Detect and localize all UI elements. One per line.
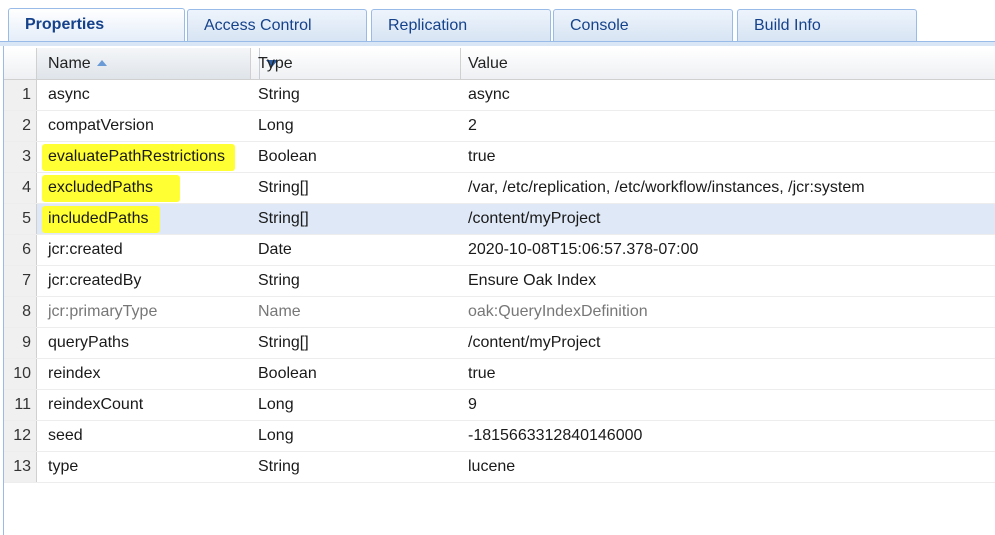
cell-value: /content/myProject: [468, 334, 601, 351]
cell-type: String: [258, 458, 300, 475]
table-row[interactable]: 7 jcr:createdBy String Ensure Oak Index: [4, 266, 995, 297]
tab-label: Console: [570, 17, 629, 34]
table-row[interactable]: 2 compatVersion Long 2: [4, 111, 995, 142]
cell-name: reindex: [48, 365, 101, 382]
cell-value: oak:QueryIndexDefinition: [468, 303, 648, 320]
cell-type: Boolean: [258, 148, 317, 165]
tab-label: Properties: [25, 16, 105, 33]
cell-type: String[]: [258, 210, 309, 227]
cell-name: jcr:created: [48, 241, 123, 258]
row-number: 9: [4, 328, 37, 358]
tab-label: Build Info: [754, 17, 821, 34]
tab-build-info[interactable]: Build Info: [737, 9, 917, 41]
cell-value: 9: [468, 396, 477, 413]
column-header-value[interactable]: Value: [461, 48, 995, 79]
table-row[interactable]: 3 evaluatePathRestrictions Boolean true: [4, 142, 995, 173]
column-header-label: Type: [258, 55, 293, 72]
cell-name: compatVersion: [48, 117, 154, 134]
table-row[interactable]: 4 excludedPaths String[] /var, /etc/replica…: [4, 173, 995, 204]
column-header-name[interactable]: Name: [37, 48, 278, 79]
row-number: 7: [4, 266, 37, 296]
table-row[interactable]: 10 reindex Boolean true: [4, 359, 995, 390]
cell-type: String: [258, 86, 300, 103]
cell-name: jcr:primaryType: [48, 303, 158, 320]
grid-body: 1 async String async 2 compatVersion Long 2 3 eva…: [4, 80, 995, 483]
cell-type: String[]: [258, 334, 309, 351]
cell-value: /content/myProject: [468, 210, 601, 227]
cell-name: async: [48, 86, 90, 103]
cell-type: Long: [258, 396, 294, 413]
table-row[interactable]: 13 type String lucene: [4, 452, 995, 483]
cell-name: seed: [48, 427, 83, 444]
table-row[interactable]: 9 queryPaths String[] /content/myProject: [4, 328, 995, 359]
cell-value: true: [468, 148, 496, 165]
cell-value: async: [468, 86, 510, 103]
cell-name: includedPaths: [48, 210, 149, 227]
cell-value: true: [468, 365, 496, 382]
cell-value: 2: [468, 117, 477, 134]
table-row[interactable]: 11 reindexCount Long 9: [4, 390, 995, 421]
properties-grid: Name Type Value 1 async String async 2 compat…: [3, 46, 995, 535]
cell-value: Ensure Oak Index: [468, 272, 597, 289]
cell-value: /var, /etc/replication, /etc/workflow/in…: [468, 179, 865, 196]
tab-label: Replication: [388, 17, 468, 34]
cell-type: Long: [258, 117, 294, 134]
cell-value: -1815663312840146000: [468, 427, 643, 444]
tab-label: Access Control: [204, 17, 312, 34]
column-header-type[interactable]: Type: [251, 48, 461, 79]
cell-type: Name: [258, 303, 301, 320]
cell-name: excludedPaths: [48, 179, 153, 196]
cell-value: 2020-10-08T15:06:57.378-07:00: [468, 241, 699, 258]
cell-name: type: [48, 458, 79, 475]
tab-properties[interactable]: Properties: [8, 8, 185, 42]
table-row[interactable]: 8 jcr:primaryType Name oak:QueryIndexDefini…: [4, 297, 995, 328]
cell-name: reindexCount: [48, 396, 144, 413]
row-number: 6: [4, 235, 37, 265]
table-row[interactable]: 1 async String async: [4, 80, 995, 111]
row-number: 10: [4, 359, 37, 389]
column-header-label: Name: [48, 55, 91, 72]
row-number: 13: [4, 452, 37, 482]
row-number: 4: [4, 173, 37, 203]
row-number: 5: [4, 204, 37, 234]
row-number: 2: [4, 111, 37, 141]
cell-type: Date: [258, 241, 292, 258]
row-number: 3: [4, 142, 37, 172]
grid-header: Name Type Value: [4, 48, 995, 80]
table-row[interactable]: 12 seed Long -1815663312840146000: [4, 421, 995, 452]
cell-type: String[]: [258, 179, 309, 196]
sort-ascending-icon: [96, 60, 107, 66]
row-number-header: [4, 48, 37, 79]
cell-name: queryPaths: [48, 334, 129, 351]
cell-name: evaluatePathRestrictions: [48, 148, 225, 165]
cell-type: Long: [258, 427, 294, 444]
cell-name: jcr:createdBy: [48, 272, 142, 289]
cell-type: Boolean: [258, 365, 317, 382]
cell-value: lucene: [468, 458, 516, 475]
table-row[interactable]: 5 includedPaths String[] /content/myProject: [4, 204, 995, 235]
table-row[interactable]: 6 jcr:created Date 2020-10-08T15:06:57.378-…: [4, 235, 995, 266]
tab-replication[interactable]: Replication: [371, 9, 551, 41]
row-number: 12: [4, 421, 37, 451]
row-number: 1: [4, 80, 37, 110]
tab-access-control[interactable]: Access Control: [187, 9, 367, 41]
row-number: 8: [4, 297, 37, 327]
tab-bar: Properties Access Control Replication Co…: [0, 0, 995, 46]
row-number: 11: [4, 390, 37, 420]
column-header-label: Value: [468, 55, 508, 72]
cell-type: String: [258, 272, 300, 289]
tab-console[interactable]: Console: [553, 9, 733, 41]
